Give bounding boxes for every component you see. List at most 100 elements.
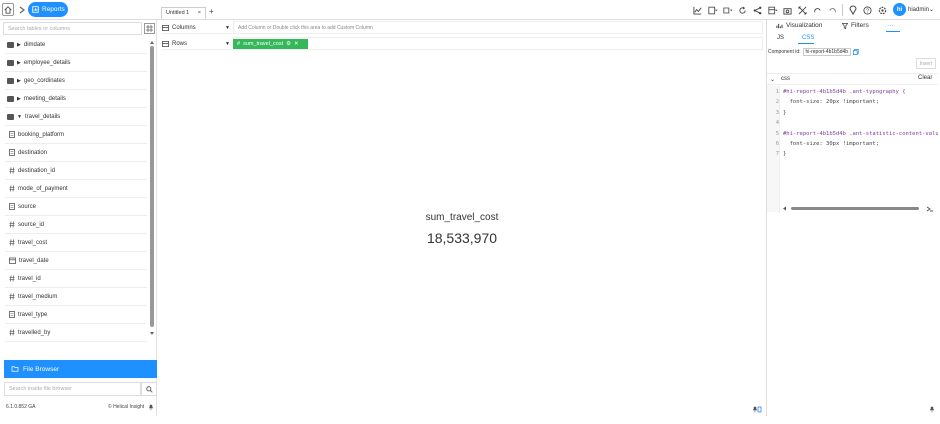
columns-drop-zone[interactable]: Add Column or Double click this area to … <box>233 21 763 34</box>
column-item[interactable]: booking_platform <box>5 126 147 144</box>
undo-icon[interactable] <box>812 5 823 16</box>
caret-right-icon[interactable]: ▶ <box>17 60 21 66</box>
number-field-icon: # <box>237 41 241 47</box>
reports-breadcrumb[interactable]: Reports <box>28 2 68 17</box>
copy-icon[interactable] <box>853 49 859 55</box>
add-tab-button[interactable]: + <box>209 7 217 19</box>
caret-right-icon[interactable]: ▶ <box>17 42 21 48</box>
column-label: travel_id <box>18 275 41 282</box>
table-item[interactable]: ▶ employee_details <box>5 54 147 72</box>
chip-settings-icon[interactable]: ⚙ <box>286 41 291 47</box>
search-icon[interactable] <box>141 382 157 396</box>
share-icon[interactable] <box>752 5 763 16</box>
camera-icon[interactable] <box>782 5 793 16</box>
code-body: font-size: 20px !important; <box>783 99 880 106</box>
column-item[interactable]: source_id <box>5 216 147 234</box>
column-item[interactable]: travel_type <box>5 306 147 324</box>
rows-drop-zone[interactable] <box>233 37 763 50</box>
subtab-js[interactable]: JS <box>777 35 784 41</box>
column-item[interactable]: mode_of_payment <box>5 180 147 198</box>
chevron-down-icon: ⌄ <box>929 7 935 13</box>
toolbar-divider <box>842 4 843 16</box>
scrollbar-thumb[interactable] <box>150 46 154 327</box>
rows-icon <box>162 40 169 47</box>
fullscreen-icon[interactable] <box>797 5 808 16</box>
columns-label: Columns <box>172 24 196 31</box>
database-table-icon <box>7 41 14 48</box>
tab-filters[interactable]: Filters <box>842 22 869 29</box>
column-item[interactable]: destination_id <box>5 162 147 180</box>
columns-dropdown-icon[interactable]: ▼ <box>225 25 230 31</box>
column-item[interactable]: travelled_by <box>5 324 147 342</box>
chip-remove-icon[interactable]: ✕ <box>294 41 299 47</box>
chip-label: sum_travel_cost <box>243 41 284 47</box>
pin-icon[interactable] <box>752 406 762 413</box>
rows-dropdown-icon[interactable]: ▼ <box>225 41 230 47</box>
css-code-editor[interactable]: #hi-report-4b1b5d4b .ant-typography { fo… <box>767 86 938 212</box>
columns-shelf-label: Columns ▼ <box>162 22 232 34</box>
svg-text:?: ? <box>866 8 869 14</box>
tab-more[interactable]: ··· <box>887 22 894 29</box>
location-icon[interactable] <box>847 5 858 16</box>
column-item[interactable]: travel_id <box>5 270 147 288</box>
save-icon[interactable] <box>707 5 718 16</box>
file-browser-search-input[interactable]: Search inside file browser <box>4 382 141 396</box>
table-item[interactable]: ▼ travel_details <box>5 108 147 126</box>
scrollbar-thumb[interactable] <box>791 207 919 210</box>
file-browser-button[interactable]: File Browser <box>4 360 157 378</box>
version-label: 6.1.0.852 GA <box>6 404 36 410</box>
row-field-chip[interactable]: # sum_travel_cost ⚙ ✕ <box>233 39 308 49</box>
username-menu[interactable]: hiadmin⌄ <box>908 6 934 13</box>
pin-icon[interactable] <box>929 406 935 413</box>
chevron-right-icon[interactable] <box>16 3 28 16</box>
insert-button[interactable]: Insert <box>916 58 936 69</box>
table-search-input[interactable]: Search tables or columns <box>3 22 142 35</box>
export-icon[interactable] <box>722 5 733 16</box>
caret-right-icon[interactable]: ▶ <box>17 96 21 102</box>
column-item[interactable]: travel_cost <box>5 234 147 252</box>
home-button[interactable] <box>2 3 14 16</box>
folder-icon <box>11 366 19 372</box>
column-item[interactable]: destination <box>5 144 147 162</box>
settings-icon[interactable] <box>877 5 888 16</box>
text-field-icon <box>9 311 15 318</box>
line-chart-icon[interactable] <box>692 5 703 16</box>
subtab-css[interactable]: CSS <box>802 35 814 41</box>
refresh-icon[interactable] <box>737 5 748 16</box>
tab-visualization[interactable]: Visualization <box>776 22 822 29</box>
database-table-icon <box>7 59 14 66</box>
grid-view-icon[interactable] <box>144 23 155 34</box>
help-icon[interactable]: ? <box>862 5 873 16</box>
caret-down-icon[interactable]: ▼ <box>17 114 22 120</box>
table-item[interactable]: ▶ dimdate <box>5 36 147 54</box>
clear-button[interactable]: Clear <box>918 75 932 81</box>
table-item[interactable]: ▶ geo_cordinates <box>5 72 147 90</box>
redo-icon[interactable] <box>827 5 838 16</box>
column-label: source_id <box>18 221 45 228</box>
code-body: font-size: 30px !important; <box>783 141 880 147</box>
caret-right-icon[interactable]: ▶ <box>17 78 21 84</box>
code-line: } <box>783 151 786 157</box>
tab-label: Untitled 1 <box>166 10 190 16</box>
rows-shelf-label: Rows ▼ <box>162 38 232 50</box>
css-section-header[interactable]: ⌄ css <box>767 73 938 85</box>
column-label: travel_date <box>19 257 49 264</box>
chevron-down-icon: ⌄ <box>770 76 776 83</box>
active-tab-indicator <box>886 31 900 32</box>
toolbar: ? <box>692 4 903 16</box>
avatar[interactable]: hi <box>893 3 906 16</box>
table-item[interactable]: ▶ meeting_details <box>5 90 147 108</box>
close-tab-icon[interactable]: × <box>198 10 201 17</box>
code-body: } <box>783 109 787 116</box>
date-field-icon <box>9 257 16 264</box>
pin-icon[interactable] <box>148 404 154 411</box>
columns-icon <box>162 24 169 31</box>
column-label: travel_cost <box>18 239 48 246</box>
resize-handle-icon[interactable] <box>926 206 934 212</box>
layout-icon[interactable] <box>767 5 778 16</box>
column-item[interactable]: source <box>5 198 147 216</box>
column-item[interactable]: travel_date <box>5 252 147 270</box>
column-item[interactable]: travel_medium <box>5 288 147 306</box>
reports-label: Reports <box>42 6 65 13</box>
tab-untitled-1[interactable]: Untitled 1 × <box>161 7 206 19</box>
